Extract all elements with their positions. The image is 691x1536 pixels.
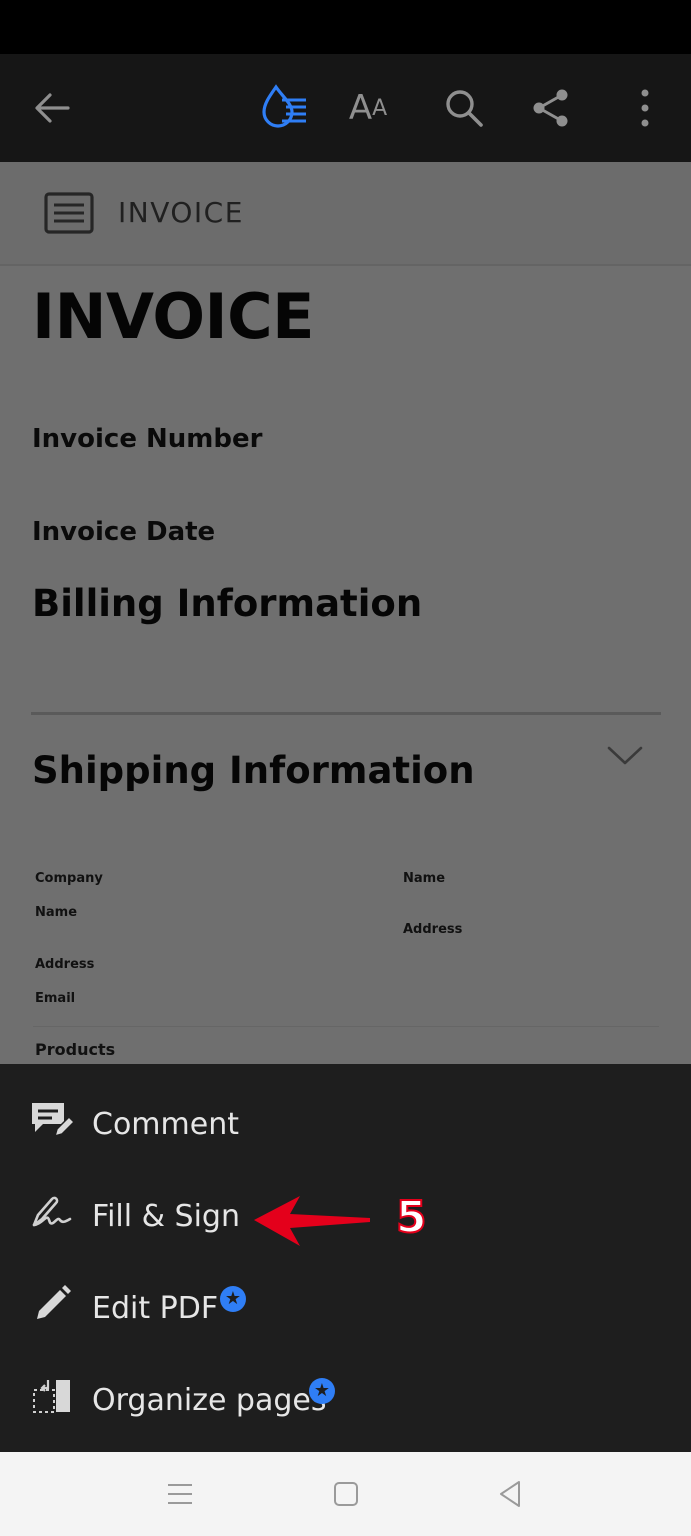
- menu-item-edit-pdf[interactable]: Edit PDF ★: [0, 1258, 691, 1350]
- invoice-date-label: Invoice Date: [32, 517, 216, 547]
- field-label-ship-address: Address: [403, 922, 463, 937]
- menu-item-label: Comment: [92, 1107, 239, 1142]
- nav-back-icon[interactable]: [490, 1474, 530, 1514]
- field-label-company: Company: [35, 871, 103, 886]
- tools-menu: Comment Fill & Sign Edit PDF ★ Organize …: [0, 1064, 691, 1452]
- premium-star-icon: ★: [220, 1286, 246, 1312]
- menu-item-label: Fill & Sign: [92, 1199, 240, 1234]
- annotation-step-number: 5: [395, 1192, 428, 1243]
- comment-icon: [28, 1096, 76, 1144]
- text-size-small-letter: A: [372, 95, 388, 121]
- menu-item-label: Organize pages: [92, 1383, 327, 1418]
- pencil-icon: [28, 1280, 76, 1328]
- document-header-title: INVOICE: [118, 196, 244, 229]
- shipping-information-heading[interactable]: Shipping Information: [32, 749, 475, 792]
- billing-information-heading: Billing Information: [32, 582, 423, 625]
- field-label-email: Email: [35, 991, 76, 1006]
- organize-pages-icon: [28, 1372, 76, 1420]
- section-divider: [31, 712, 661, 715]
- invoice-heading: INVOICE: [32, 280, 314, 353]
- home-icon[interactable]: [326, 1474, 366, 1514]
- invoice-number-label: Invoice Number: [32, 424, 263, 454]
- more-vertical-icon[interactable]: [615, 78, 675, 138]
- menu-item-organize-pages[interactable]: Organize pages ★: [0, 1350, 691, 1442]
- document-view[interactable]: INVOICE INVOICE Invoice Number Invoice D…: [0, 162, 691, 1064]
- share-icon[interactable]: [521, 78, 581, 138]
- products-label: Products: [35, 1040, 116, 1059]
- recents-icon[interactable]: [160, 1474, 200, 1514]
- chevron-down-icon[interactable]: [605, 744, 645, 773]
- search-icon[interactable]: [434, 78, 494, 138]
- text-size-icon[interactable]: AA: [338, 78, 398, 138]
- system-nav-bar: [0, 1452, 691, 1536]
- fill-sign-icon: [28, 1188, 76, 1236]
- field-divider: [33, 1026, 659, 1027]
- menu-item-label: Edit PDF: [92, 1291, 219, 1326]
- back-arrow-icon[interactable]: [22, 78, 82, 138]
- field-label-ship-name: Name: [403, 871, 446, 886]
- field-label-name: Name: [35, 905, 78, 920]
- field-label-address: Address: [35, 957, 95, 972]
- document-header: INVOICE: [0, 162, 691, 266]
- liquid-mode-icon[interactable]: [252, 78, 312, 138]
- top-toolbar: AA: [0, 54, 691, 162]
- status-bar: [0, 0, 691, 54]
- premium-star-icon: ★: [309, 1378, 335, 1404]
- menu-item-comment[interactable]: Comment: [0, 1074, 691, 1166]
- text-size-big-letter: A: [348, 88, 373, 128]
- document-list-icon: [44, 192, 94, 239]
- annotation-arrow-icon: [250, 1192, 374, 1253]
